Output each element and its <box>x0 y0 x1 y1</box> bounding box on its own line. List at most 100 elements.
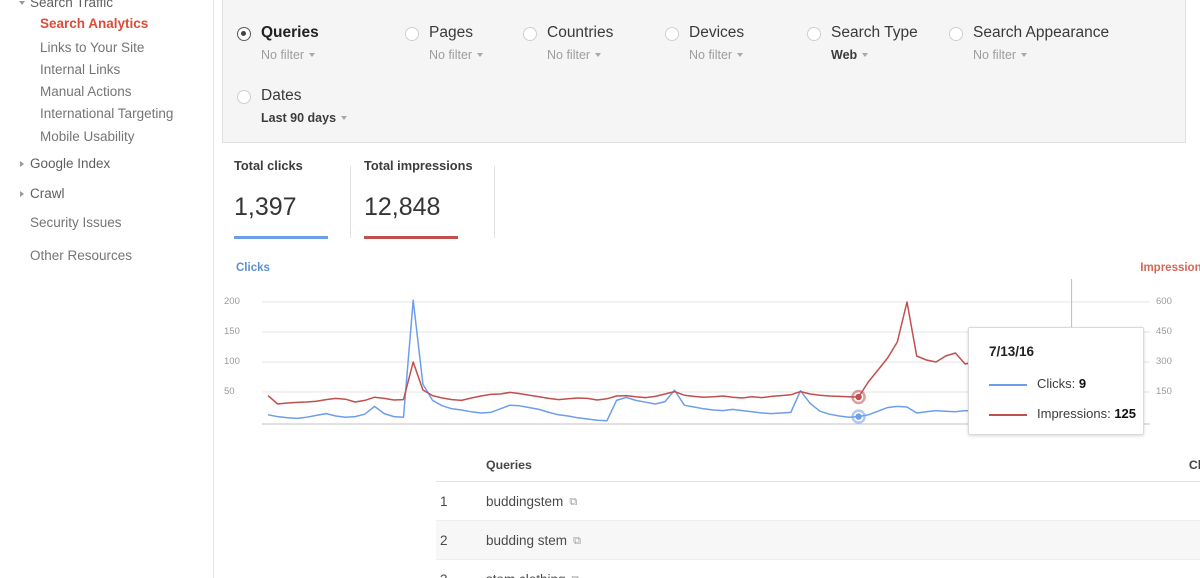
table-header-clicks[interactable]: Clicks▼ <box>1166 449 1200 483</box>
external-link-icon[interactable]: ⧉ <box>569 483 577 522</box>
sidebar-item-label: Search Traffic <box>30 0 114 10</box>
total-impressions-label: Total impressions <box>364 158 473 173</box>
filter-value-text: No filter <box>547 48 591 62</box>
filter-label-pages[interactable]: Pages <box>429 24 473 42</box>
external-link-icon[interactable]: ⧉ <box>572 561 580 578</box>
radio-search-appearance[interactable] <box>949 27 963 41</box>
filter-value-text: Web <box>831 48 858 62</box>
sidebar-item-links-to-your-site[interactable]: Links to Your Site <box>40 41 144 55</box>
radio-dates[interactable] <box>237 90 251 104</box>
row-query-text: stem clothing <box>486 572 566 578</box>
filter-value-search-appearance[interactable]: No filter <box>973 48 1028 62</box>
table-header-queries[interactable]: Queries <box>486 449 532 482</box>
chevron-down-icon <box>309 53 316 57</box>
tooltip-row-text: Clicks: 9 <box>1037 376 1086 391</box>
chevron-down-icon <box>862 53 869 57</box>
total-clicks-value: 1,397 <box>234 193 297 221</box>
total-impressions-metric: Total impressions 12,848 <box>364 158 473 239</box>
filter-value-dates[interactable]: Last 90 days <box>261 111 348 125</box>
radio-search-type[interactable] <box>807 27 821 41</box>
sidebar-item-search-analytics[interactable]: Search Analytics <box>40 17 148 31</box>
row-query-text: buddingstem <box>486 494 564 509</box>
chevron-right-icon <box>20 191 24 197</box>
filter-value-text: No filter <box>973 48 1017 62</box>
radio-pages[interactable] <box>405 27 419 41</box>
row-query-text: budding stem <box>486 533 568 548</box>
sidebar-item-other-resources[interactable]: Other Resources <box>30 249 132 263</box>
chart-clicks-axis-label: Clicks <box>236 262 270 274</box>
row-rank-text: 1 <box>440 494 448 509</box>
chevron-down-icon <box>477 53 484 57</box>
sidebar-item-label: Other Resources <box>30 248 133 263</box>
filter-label-dates[interactable]: Dates <box>261 87 302 105</box>
chart-left-tick: 100 <box>224 356 240 367</box>
total-clicks-underline <box>234 236 328 239</box>
sidebar-item-search-traffic[interactable]: Search Traffic <box>19 0 114 10</box>
row-clicks: 26 <box>1166 560 1200 578</box>
main-content: Queries No filter Pages No filter Countries N… <box>214 0 1200 578</box>
chart-impressions-axis-label: Impressions <box>1140 262 1200 274</box>
metric-divider-1 <box>350 166 351 238</box>
row-query[interactable]: buddingstem ⧉ <box>486 482 577 522</box>
row-rank-text: 3 <box>440 572 448 578</box>
filter-value-countries[interactable]: No filter <box>547 48 602 62</box>
filter-value-devices[interactable]: No filter <box>689 48 744 62</box>
filter-label-search-appearance[interactable]: Search Appearance <box>973 24 1109 42</box>
chart-right-tick: 450 <box>1156 326 1172 337</box>
radio-devices[interactable] <box>665 27 679 41</box>
sidebar-item-mobile-usability[interactable]: Mobile Usability <box>40 130 135 144</box>
radio-queries[interactable] <box>237 27 251 41</box>
sidebar-nav: Search Traffic Search Analytics Links to Y… <box>0 0 214 578</box>
table-header-row: QueriesClicks▼Impressions <box>436 449 1200 482</box>
tooltip-row-value: 125 <box>1114 406 1137 421</box>
sidebar-item-label: Google Index <box>30 156 111 171</box>
sidebar-item-manual-actions[interactable]: Manual Actions <box>40 85 132 99</box>
row-query[interactable]: budding stem ⧉ <box>486 521 581 561</box>
sidebar-item-internal-links[interactable]: Internal Links <box>40 63 120 77</box>
filter-value-queries[interactable]: No filter <box>261 48 316 62</box>
sidebar-item-label: International Targeting <box>40 106 174 121</box>
total-impressions-value: 12,848 <box>364 193 441 221</box>
chart-tooltip: 7/13/16 Clicks: 9 Impressions: 125 <box>968 327 1144 435</box>
row-rank: 1 <box>440 482 480 521</box>
chart-highlight-point-clicks[interactable] <box>855 413 862 420</box>
chevron-down-icon <box>595 53 602 57</box>
sidebar-item-crawl[interactable]: Crawl <box>20 187 65 201</box>
filter-value-search-type[interactable]: Web <box>831 48 869 62</box>
chart-right-tick: 300 <box>1156 356 1172 367</box>
filter-label-countries[interactable]: Countries <box>547 24 613 42</box>
chart-left-tick: 50 <box>224 386 235 397</box>
chart-left-tick: 200 <box>224 296 240 307</box>
metric-divider-2 <box>494 166 495 238</box>
row-clicks: 664 <box>1166 482 1200 521</box>
filter-label-search-type[interactable]: Search Type <box>831 24 918 42</box>
tooltip-line-swatch <box>989 414 1027 416</box>
chart-highlight-point-impressions[interactable] <box>855 393 862 401</box>
chevron-right-icon <box>19 1 25 5</box>
sidebar-item-label: Crawl <box>30 186 65 201</box>
row-rank: 2 <box>440 521 480 560</box>
filter-label-queries[interactable]: Queries <box>261 24 319 42</box>
chevron-right-icon <box>20 161 24 167</box>
filter-label-devices[interactable]: Devices <box>689 24 744 42</box>
tooltip-row-text: Impressions: 125 <box>1037 406 1136 421</box>
sidebar-item-security-issues[interactable]: Security Issues <box>30 216 122 230</box>
external-link-icon[interactable]: ⧉ <box>573 522 581 561</box>
table-row[interactable]: 3stem clothing⧉261,060» <box>436 560 1200 578</box>
filter-value-pages[interactable]: No filter <box>429 48 484 62</box>
filter-value-text: No filter <box>429 48 473 62</box>
sidebar-item-google-index[interactable]: Google Index <box>20 157 110 171</box>
sidebar-item-label: Mobile Usability <box>40 129 135 144</box>
total-clicks-label: Total clicks <box>234 158 303 173</box>
table-row[interactable]: 2budding stem⧉265311» <box>436 521 1200 560</box>
filter-value-text: No filter <box>261 48 305 62</box>
chart-right-tick: 150 <box>1156 386 1172 397</box>
sidebar-item-label: Search Analytics <box>40 16 149 31</box>
radio-countries[interactable] <box>523 27 537 41</box>
tooltip-row-value: 9 <box>1078 376 1087 391</box>
row-rank: 3 <box>440 560 480 578</box>
table-row[interactable]: 1buddingstem⧉664774» <box>436 482 1200 521</box>
sidebar-item-international-targeting[interactable]: International Targeting <box>40 107 173 121</box>
row-query[interactable]: stem clothing ⧉ <box>486 560 579 578</box>
chart-right-tick: 600 <box>1156 296 1172 307</box>
